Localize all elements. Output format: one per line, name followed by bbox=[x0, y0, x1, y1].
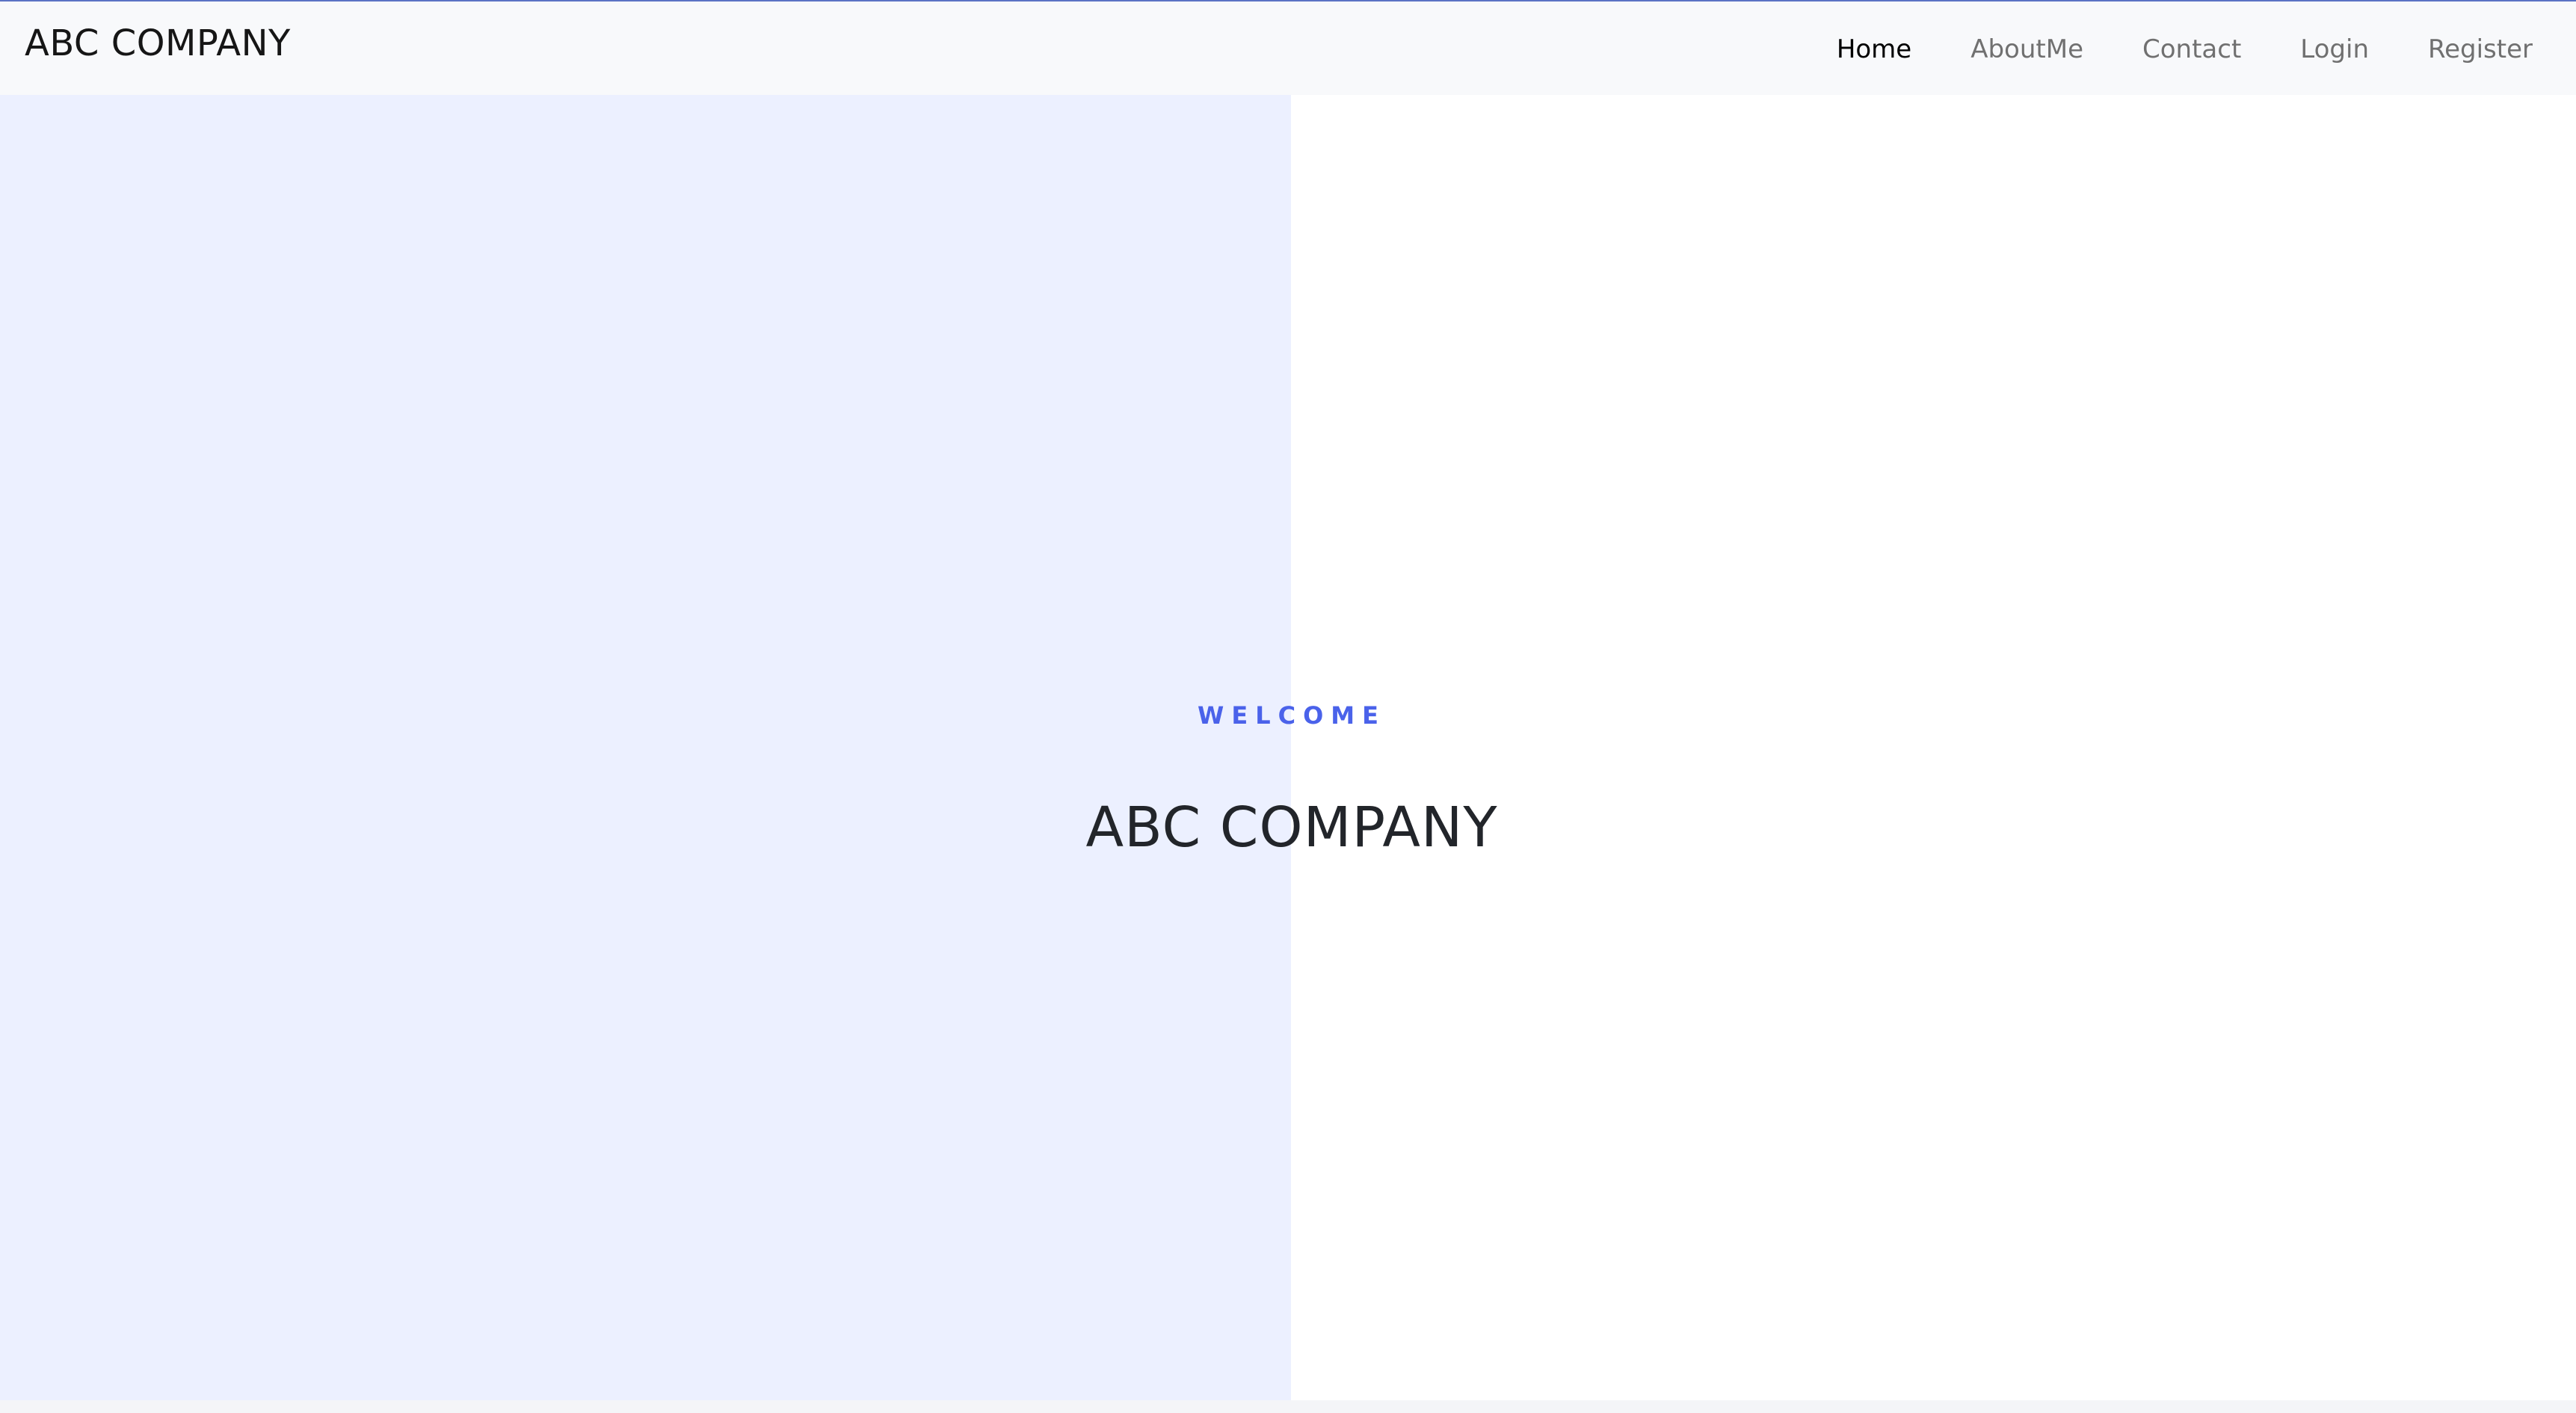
nav-links: Home AboutMe Contact Login Register bbox=[1778, 28, 2533, 70]
footer-strip bbox=[0, 1400, 2576, 1413]
nav-link-register[interactable]: Register bbox=[2428, 28, 2533, 70]
hero-section: WELCOME ABC COMPANY bbox=[0, 95, 2576, 1400]
nav-link-aboutme[interactable]: AboutMe bbox=[1970, 28, 2083, 70]
nav-link-contact[interactable]: Contact bbox=[2142, 28, 2241, 70]
hero-content: WELCOME ABC COMPANY bbox=[0, 95, 2576, 1400]
hero-eyebrow: WELCOME bbox=[1198, 701, 1386, 730]
nav-link-home[interactable]: Home bbox=[1837, 28, 1911, 70]
navbar: ABC COMPANY Home AboutMe Contact Login R… bbox=[0, 0, 2576, 95]
nav-link-login[interactable]: Login bbox=[2300, 28, 2369, 70]
hero-title: ABC COMPANY bbox=[1085, 795, 1498, 860]
brand-logo[interactable]: ABC COMPANY bbox=[25, 19, 291, 67]
